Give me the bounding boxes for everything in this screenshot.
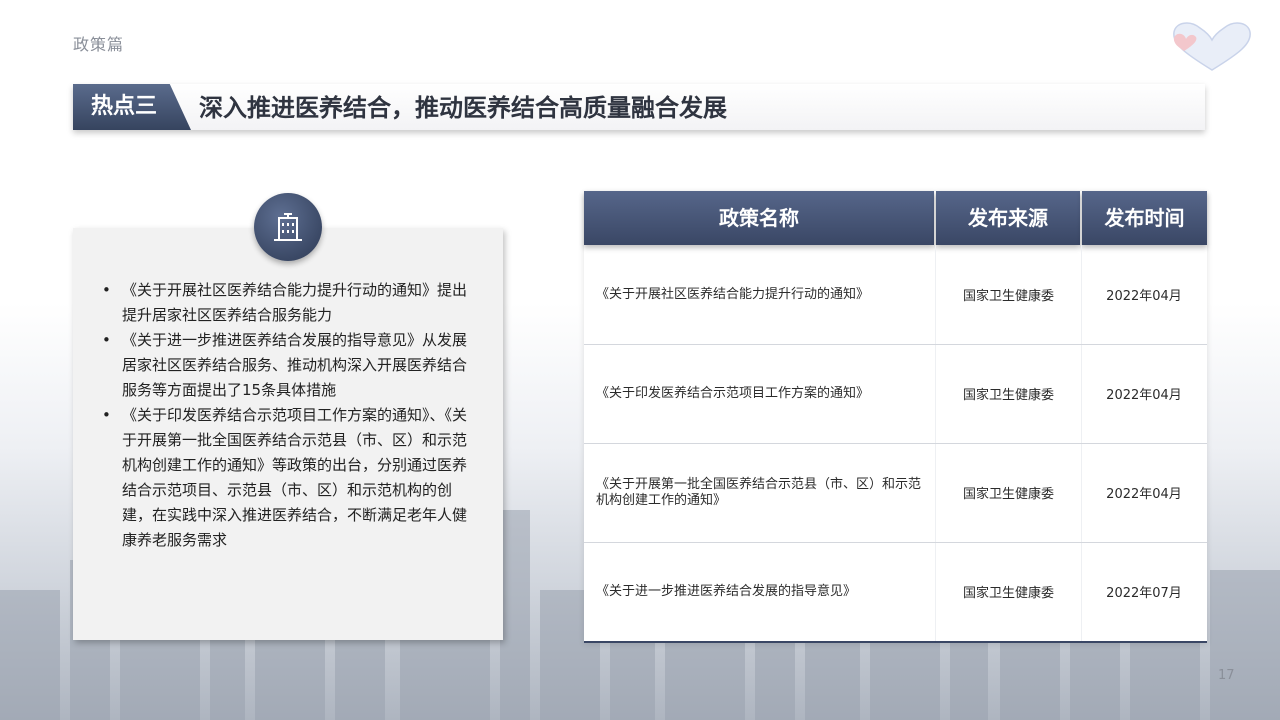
header-date: 发布时间 <box>1082 191 1207 245</box>
header-source: 发布来源 <box>936 191 1080 245</box>
source-cell: 国家卫生健康委 <box>962 388 1054 403</box>
bullet-item: 《关于开展社区医养结合能力提升行动的通知》提出提升居家社区医养结合服务能力 <box>100 278 480 328</box>
building-icon <box>274 213 302 241</box>
source-cell: 国家卫生健康委 <box>962 586 1054 601</box>
header-policy-name: 政策名称 <box>584 191 934 245</box>
date-cell: 2022年04月 <box>1106 487 1182 502</box>
date-cell: 2022年04月 <box>1106 388 1182 403</box>
heart-logo-icon <box>1173 22 1251 71</box>
policy-name-cell: 《关于开展第一批全国医养结合示范县（市、区）和示范机构创建工作的通知》 <box>596 476 922 508</box>
table-row: 《关于印发医养结合示范项目工作方案的通知》 国家卫生健康委 2022年04月 <box>584 344 1207 444</box>
policy-name-cell: 《关于印发医养结合示范项目工作方案的通知》 <box>596 385 870 401</box>
table-row: 《关于进一步推进医养结合发展的指导意见》 国家卫生健康委 2022年07月 <box>584 542 1207 643</box>
bullet-item: 《关于印发医养结合示范项目工作方案的通知》、《关于开展第一批全国医养结合示范县（… <box>100 403 480 553</box>
source-cell: 国家卫生健康委 <box>962 487 1054 502</box>
table-row: 《关于开展第一批全国医养结合示范县（市、区）和示范机构创建工作的通知》 国家卫生… <box>584 443 1207 543</box>
table-row: 《关于开展社区医养结合能力提升行动的通知》 国家卫生健康委 2022年04月 <box>584 245 1207 345</box>
building-badge <box>254 193 322 261</box>
policy-name-cell: 《关于开展社区医养结合能力提升行动的通知》 <box>596 286 870 302</box>
date-cell: 2022年04月 <box>1106 289 1182 304</box>
section-label: 政策篇 <box>73 35 125 54</box>
date-cell: 2022年07月 <box>1106 586 1182 601</box>
policy-table: 政策名称 发布来源 发布时间 《关于开展社区医养结合能力提升行动的通知》 国家卫… <box>584 191 1207 643</box>
policy-name-cell: 《关于进一步推进医养结合发展的指导意见》 <box>596 583 857 599</box>
table-header: 政策名称 发布来源 发布时间 <box>584 191 1207 245</box>
policy-bullet-list: 《关于开展社区医养结合能力提升行动的通知》提出提升居家社区医养结合服务能力 《关… <box>100 278 480 553</box>
page-title: 深入推进医养结合，推动医养结合高质量融合发展 <box>199 94 727 122</box>
source-cell: 国家卫生健康委 <box>962 289 1054 304</box>
bullet-item: 《关于进一步推进医养结合发展的指导意见》从发展居家社区医养结合服务、推动机构深入… <box>100 328 480 403</box>
page-number: 17 <box>1218 668 1235 683</box>
